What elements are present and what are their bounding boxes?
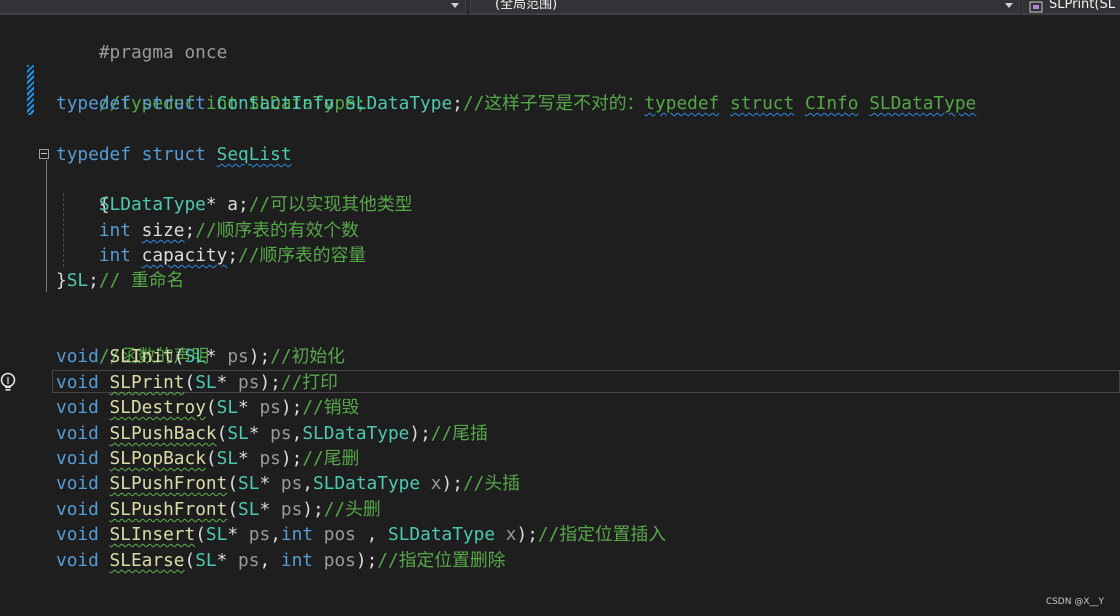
keyword: void	[56, 473, 99, 494]
function-name: SLPrint	[109, 372, 185, 393]
comment: //顺序表的有效个数	[195, 220, 359, 241]
keyword: struct	[141, 93, 206, 114]
keyword: typedef	[56, 93, 131, 114]
function-name: SLInit	[109, 346, 174, 367]
keyword: void	[56, 499, 99, 520]
comment-word: CInfo	[804, 93, 859, 114]
comment: //头删	[323, 499, 381, 520]
keyword: void	[56, 448, 99, 469]
keyword: void	[56, 346, 99, 367]
preprocessor-directive: #pragma once	[98, 42, 228, 63]
comment: //可以实现其他类型	[248, 194, 413, 215]
code-text: ;	[88, 270, 99, 291]
chevron-down-icon	[451, 3, 459, 8]
code-line: #pragma once	[56, 15, 227, 63]
code-line: //typedef int SLDataType;	[56, 66, 367, 114]
parameter-list: (SL* ps);	[205, 448, 303, 469]
member-dropdown-label: SLPrint(SL	[1049, 0, 1115, 12]
navigation-bar: (全局范围) SLPrint(SL	[0, 0, 1120, 15]
function-name: SLEarse	[109, 550, 185, 571]
code-line: void SLPrint(SL* ps);//打印	[56, 370, 338, 395]
comment: //尾删	[302, 448, 360, 469]
fold-line	[46, 160, 47, 292]
keyword: void	[56, 423, 99, 444]
comment: //指定位置删除	[377, 550, 506, 571]
comment-word: typedef	[644, 93, 720, 114]
parameter-list: (SL* ps);	[173, 346, 271, 367]
code-line: //函数的声明	[56, 319, 209, 367]
field-name: size	[141, 220, 185, 241]
code-line: typedef struct ContactInfo SLDataType;//…	[56, 93, 977, 114]
function-name: SLPushFront	[109, 499, 228, 520]
code-text: ;	[184, 220, 196, 241]
type-name: SeqList	[216, 144, 292, 165]
code-line: typedef struct SeqList	[56, 142, 292, 167]
code-line: void SLPopBack(SL* ps);//尾删	[56, 446, 359, 471]
member-dropdown[interactable]: SLPrint(SL	[1022, 0, 1120, 14]
keyword: void	[56, 524, 99, 545]
code-line: void SLPushBack(SL* ps,SLDataType);//尾插	[56, 421, 488, 446]
comment: //头插	[462, 473, 520, 494]
parameter-list: (SL* ps);	[184, 372, 281, 393]
parameter-list: (SL* ps);	[227, 499, 324, 520]
type-name: SLDataType	[345, 93, 453, 114]
comment: //尾插	[430, 423, 488, 444]
keyword: void	[56, 550, 99, 571]
comment: // 重命名	[98, 270, 185, 291]
code-line: void SLInit(SL* ps);//初始化	[56, 344, 345, 369]
comment: //初始化	[270, 346, 345, 367]
code-line: SLDataType* a;//可以实现其他类型	[56, 192, 413, 217]
code-editor[interactable]: #pragma once //typedef int SLDataType; t…	[0, 15, 1120, 616]
parameter-list: (SL* ps,int pos , SLDataType x);	[195, 524, 538, 545]
comment: //打印	[280, 372, 338, 393]
comment: //这样子写是不对的：	[462, 93, 645, 114]
code-text: * a;	[205, 194, 249, 215]
code-line: void SLDestroy(SL* ps);//销毁	[56, 395, 359, 420]
function-name: SLInsert	[109, 524, 196, 545]
keyword: void	[56, 372, 99, 393]
comment-word: struct	[729, 93, 795, 114]
code-line: void SLInsert(SL* ps,int pos , SLDataTyp…	[56, 522, 666, 547]
project-dropdown[interactable]	[0, 0, 466, 14]
type-name: SLDataType	[98, 194, 206, 215]
code-text: ;	[227, 245, 239, 266]
keyword: int	[98, 220, 131, 241]
code-line: void SLPushFront(SL* ps);//头删	[56, 497, 381, 522]
brace: }	[56, 270, 67, 291]
code-line: int size;//顺序表的有效个数	[56, 218, 359, 243]
parameter-list: (SL* ps, int pos);	[184, 550, 378, 571]
code-line: {	[56, 167, 110, 215]
comment: //指定位置插入	[537, 524, 667, 545]
function-name: SLPushBack	[109, 423, 217, 444]
watermark: CSDN @X__Y	[1045, 597, 1104, 607]
code-line: }SL;// 重命名	[56, 268, 184, 293]
keyword: int	[98, 245, 131, 266]
chevron-down-icon	[1005, 3, 1013, 8]
code-line: void SLEarse(SL* ps, int pos);//指定位置删除	[56, 548, 505, 573]
scope-dropdown[interactable]: (全局范围)	[470, 0, 1020, 14]
field-name: capacity	[141, 245, 228, 266]
parameter-list: (SL* ps);	[205, 397, 303, 418]
parameter-list: (SL* ps,SLDataType x);	[227, 473, 463, 494]
lightbulb-icon[interactable]	[0, 372, 18, 392]
function-name: SLDestroy	[109, 397, 206, 418]
keyword: void	[56, 397, 99, 418]
scope-dropdown-label: (全局范围)	[495, 0, 558, 12]
comment: //销毁	[302, 397, 360, 418]
type-name: ContactInfo	[216, 93, 335, 114]
keyword: typedef	[56, 144, 131, 165]
collapse-icon[interactable]	[39, 149, 49, 159]
code-line: int capacity;//顺序表的容量	[56, 243, 366, 268]
comment: //顺序表的容量	[238, 245, 367, 266]
change-indicator	[27, 65, 34, 115]
comment-word: SLDataType	[869, 93, 977, 114]
code-line: void SLPushFront(SL* ps,SLDataType x);//…	[56, 471, 520, 496]
method-icon	[1029, 1, 1043, 13]
function-name: SLPushFront	[109, 473, 228, 494]
parameter-list: (SL* ps,SLDataType);	[216, 423, 431, 444]
function-name: SLPopBack	[109, 448, 206, 469]
type-name: SL	[66, 270, 89, 291]
keyword: struct	[141, 144, 206, 165]
